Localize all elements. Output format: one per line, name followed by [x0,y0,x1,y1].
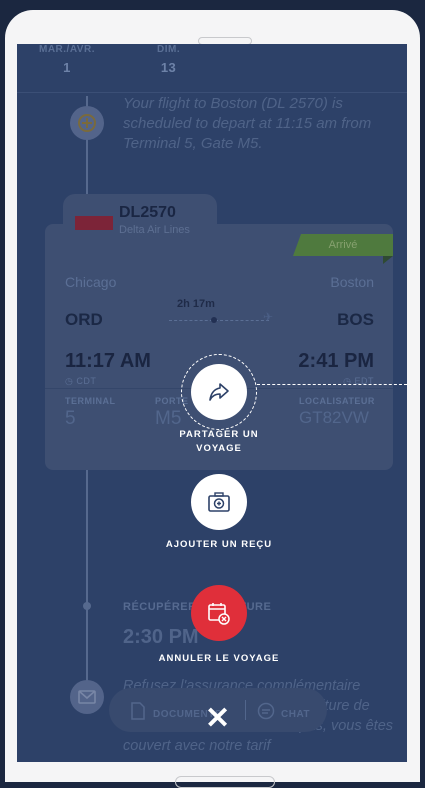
departure-timezone: ◷ CDT [65,376,96,387]
add-receipt-button[interactable] [191,474,247,530]
document-icon [131,702,145,725]
day-label: DIM. [157,44,181,55]
flight-notice-text: Your flight to Boston (DL 2570) is sched… [123,95,372,152]
locator-value: GT82VW [299,408,369,427]
timeline-dot [83,602,91,610]
app-screen: MAR./AVR. 1 DIM. 13 Your flight to Bosto… [17,44,407,762]
share-trip-label: PARTAGER UN VOYAGE [167,428,271,456]
day-label: MAR./AVR. [39,44,95,55]
route-line [169,320,269,321]
arrival-city: Boston [330,274,374,290]
day-tab-1[interactable]: MAR./AVR. 1 [39,44,95,75]
departure-timezone-value: CDT [76,376,97,386]
share-trip-button[interactable] [191,364,247,420]
phone-home-button [175,776,275,788]
cancel-trip-button[interactable] [191,585,247,641]
flight-number: DL2570 [119,204,176,221]
departure-code: ORD [65,310,103,329]
chat-button[interactable]: CHAT [281,709,310,720]
flight-duration: 2h 17m [177,298,215,310]
airline-name: Delta Air Lines [119,224,190,236]
share-connector-line [257,384,407,385]
close-icon[interactable]: ✕ [205,704,230,734]
calendar-cancel-icon [208,603,230,625]
day-number: 13 [160,60,177,75]
car-pickup-time: 2:30 PM [123,626,199,648]
cancel-trip-label: ANNULER LE VOYAGE [158,653,280,664]
gate-value: M5 [155,408,182,429]
timeline-line [86,470,88,690]
camera-icon [208,492,230,512]
toolbar-divider [245,700,246,720]
locator-label: LOCALISATEUR [299,396,375,406]
arrival-code: BOS [337,310,374,329]
flight-alert-icon [70,106,104,140]
add-receipt-label: AJOUTER UN REÇU [165,539,273,550]
departure-time: 11:17 AM [65,350,151,372]
share-icon [209,383,229,401]
day-number: 1 [63,60,71,75]
share-trip-label-line2: VOYAGE [196,443,242,454]
status-badge: Arrivé [293,234,393,256]
terminal-label: TERMINAL [65,396,116,406]
departure-city: Chicago [65,274,117,290]
day-tab-2[interactable]: DIM. 13 [157,44,180,75]
clock-icon: ◷ [65,376,77,386]
share-trip-label-line1: PARTAGER UN [179,429,259,440]
route-progress-dot [211,317,217,323]
arrival-time: 2:41 PM [298,350,374,372]
header-divider [17,92,407,93]
airline-logo [75,216,113,230]
terminal-value: 5 [65,408,76,429]
status-badge-fold [383,256,393,264]
plane-icon: ✈ [263,310,274,324]
arrival-timezone: ◷ EDT [343,376,374,387]
chat-icon [257,702,275,725]
mail-icon [70,680,104,714]
